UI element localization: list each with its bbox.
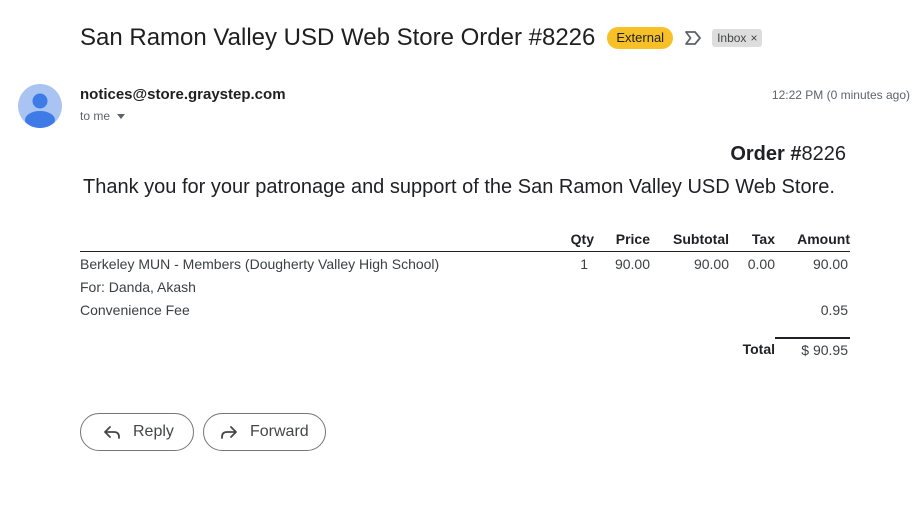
col-description-header: [80, 228, 558, 252]
inbox-label[interactable]: Inbox ×: [712, 29, 763, 47]
item-qty: 1: [580, 256, 588, 272]
fee-description: Convenience Fee: [80, 302, 190, 318]
important-marker-icon[interactable]: [684, 29, 702, 47]
sender-email[interactable]: notices@store.graystep.com: [80, 86, 286, 103]
item-description: Berkeley MUN - Members (Dougherty Valley…: [80, 256, 440, 272]
external-badge: External: [607, 27, 674, 49]
to-me-text: to me: [80, 109, 111, 123]
total-row: Total $ 90.95: [80, 337, 850, 363]
table-row: Convenience Fee 0.95: [80, 300, 850, 323]
table-row: For: Danda, Akash: [80, 277, 850, 300]
order-heading-label: Order #: [730, 143, 802, 165]
remove-label-icon[interactable]: ×: [750, 29, 757, 47]
table-row: Berkeley MUN - Members (Dougherty Valley…: [80, 252, 850, 278]
order-items-table: Qty Price Subtotal Tax Amount Berkeley M…: [80, 228, 850, 363]
item-tax: 0.00: [747, 256, 775, 272]
person-icon: [25, 93, 55, 128]
reply-button[interactable]: Reply: [80, 413, 194, 451]
col-price-header: Price: [594, 228, 650, 252]
item-price: 90.00: [614, 256, 650, 272]
email-subject: San Ramon Valley USD Web Store Order #82…: [80, 24, 596, 51]
order-number: 8226: [801, 143, 847, 165]
order-heading: Order #8226: [730, 143, 846, 166]
reply-label: Reply: [133, 423, 174, 440]
total-label: Total: [742, 341, 775, 357]
col-tax-header: Tax: [729, 228, 775, 252]
item-amount: 90.00: [812, 256, 848, 272]
recipient-details[interactable]: to me: [80, 109, 126, 123]
total-amount: $ 90.95: [775, 337, 850, 363]
forward-label: Forward: [250, 423, 309, 440]
email-timestamp: 12:22 PM (0 minutes ago): [771, 88, 910, 102]
thank-you-message: Thank you for your patronage and support…: [83, 176, 835, 198]
sender-avatar[interactable]: [18, 84, 62, 128]
col-subtotal-header: Subtotal: [650, 228, 729, 252]
col-amount-header: Amount: [775, 228, 850, 252]
fee-amount: 0.95: [820, 302, 848, 318]
forward-button[interactable]: Forward: [203, 413, 326, 451]
table-header-row: Qty Price Subtotal Tax Amount: [80, 228, 850, 252]
col-qty-header: Qty: [558, 228, 594, 252]
forward-arrow-icon: [221, 426, 237, 439]
item-subtotal: 90.00: [693, 256, 729, 272]
reply-arrow-icon: [104, 426, 120, 439]
inbox-label-text: Inbox: [717, 31, 747, 45]
caret-down-icon[interactable]: [117, 113, 126, 119]
subject-row: San Ramon Valley USD Web Store Order #82…: [80, 22, 763, 54]
item-for-name: For: Danda, Akash: [80, 279, 196, 295]
